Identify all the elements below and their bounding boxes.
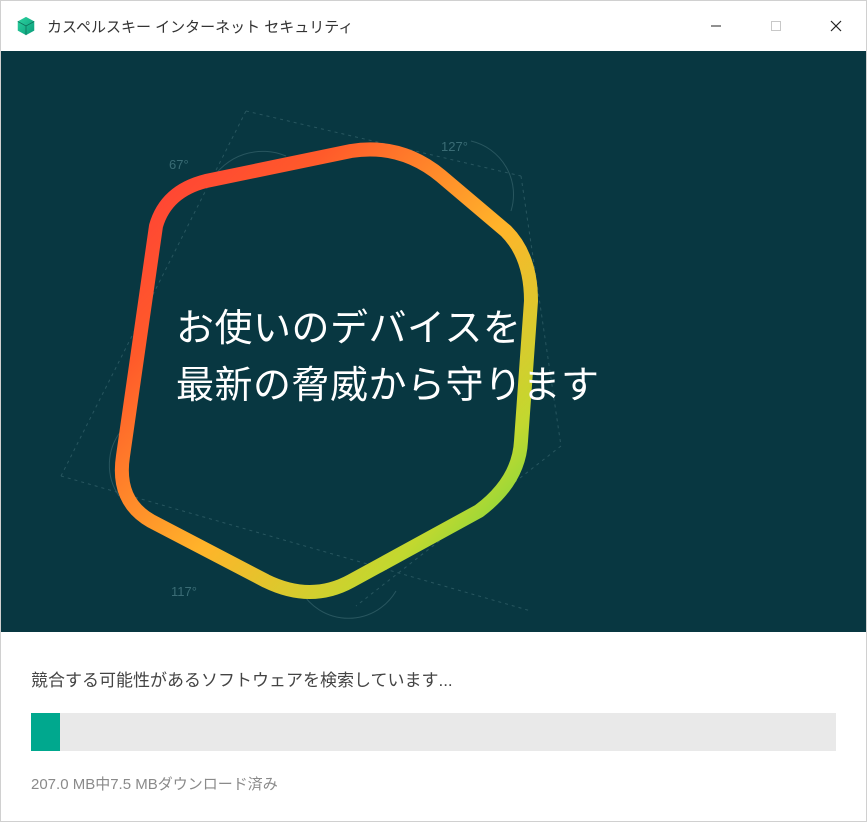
angle-label-tl: 67° <box>169 157 189 172</box>
progress-fill <box>31 713 60 751</box>
minimize-button[interactable] <box>686 1 746 51</box>
hero-headline-line1: お使いのデバイスを <box>176 301 600 358</box>
titlebar: カスペルスキー インターネット セキュリティ <box>1 1 866 51</box>
close-button[interactable] <box>806 1 866 51</box>
hero-banner: 67° 127° 117° 26° お使いのデバイスを 最新の脅威から守ります <box>1 51 866 632</box>
progress-section: 競合する可能性があるソフトウェアを検索しています... 207.0 MB中7.5… <box>1 632 866 794</box>
maximize-button <box>746 1 806 51</box>
app-logo-icon <box>15 15 37 37</box>
hero-headline: お使いのデバイスを 最新の脅威から守ります <box>176 301 600 415</box>
angle-label-bl: 117° <box>171 584 197 599</box>
window-controls <box>686 1 866 51</box>
progress-bar <box>31 713 836 751</box>
installer-window: カスペルスキー インターネット セキュリティ <box>0 0 867 822</box>
window-title: カスペルスキー インターネット セキュリティ <box>47 16 686 37</box>
hero-headline-line2: 最新の脅威から守ります <box>176 358 600 415</box>
download-text: 207.0 MB中7.5 MBダウンロード済み <box>31 773 836 794</box>
angle-label-tr: 127° <box>441 139 468 154</box>
status-text: 競合する可能性があるソフトウェアを検索しています... <box>31 666 836 691</box>
